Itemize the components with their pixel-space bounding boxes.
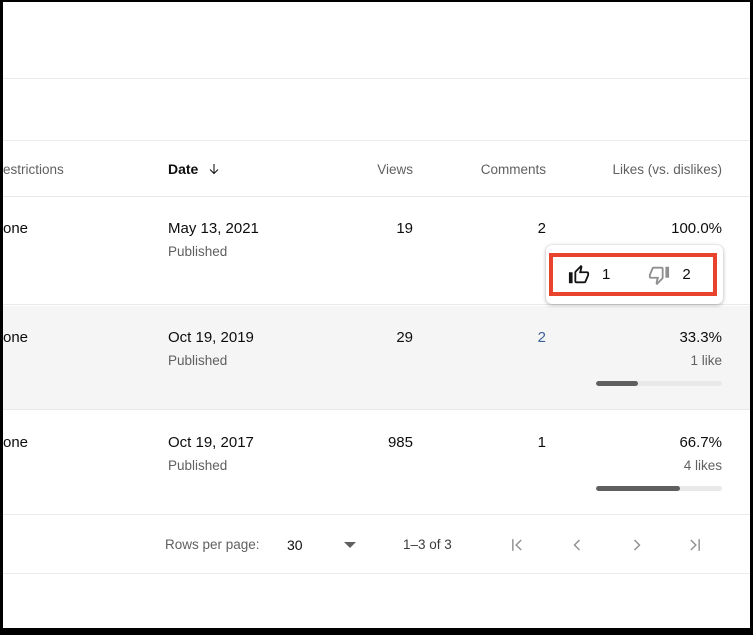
next-page-button[interactable] [622,515,652,574]
column-header-date-label: Date [168,161,199,177]
likes-ratio-bar [596,486,722,491]
cell-views: 19 [396,220,413,237]
column-header-likes[interactable]: Likes (vs. dislikes) [612,141,722,197]
cell-date: May 13, 2021 Published [168,197,259,263]
visibility-value: Published [168,353,228,368]
table-row-video-1[interactable]: one May 13, 2021 Published 19 2 100.0% 1 [3,197,750,305]
table-header-row: estrictions Date Views Comments Likes (v… [3,141,750,197]
cell-comments-link[interactable]: 2 [538,306,546,350]
tooltip-likes-count: 1 [602,266,611,283]
thumb-up-icon [568,264,590,286]
date-value: May 13, 2021 [168,220,259,237]
cell-date: Oct 19, 2019 Published [168,306,254,372]
pagination-range-label: 1–3 of 3 [403,537,452,552]
cell-restrictions: one [3,220,29,237]
thumb-down-icon [648,264,670,286]
likes-count-label: 1 like [690,353,722,368]
cell-restrictions: one [3,329,29,346]
studio-content-table-window: estrictions Date Views Comments Likes (v… [0,0,753,635]
first-page-button[interactable] [502,515,532,574]
cell-likes-percent: 66.7% 4 likes [679,411,722,477]
last-page-button[interactable] [680,515,710,574]
column-header-date[interactable]: Date [168,141,222,197]
column-header-restrictions[interactable]: estrictions [3,141,64,197]
likes-ratio-bar [596,381,722,386]
column-header-comments[interactable]: Comments [481,141,546,197]
date-value: Oct 19, 2019 [168,329,254,346]
tooltip-dislikes-count: 2 [682,266,691,283]
toolbar-band-empty [3,2,750,79]
table-footer: Rows per page: 30 1–3 of 3 [3,515,750,574]
visibility-value: Published [168,244,228,259]
likes-dislikes-tooltip: 1 2 [546,245,723,304]
likes-percent-value: 66.7% [679,434,722,451]
rows-per-page-dropdown-icon[interactable] [343,515,357,574]
filter-band-empty [3,79,750,141]
likes-count-label: 4 likes [683,458,722,473]
cell-comments: 2 [537,220,546,237]
cell-date: Oct 19, 2017 Published [168,411,254,477]
cell-restrictions: one [3,434,29,451]
table-row-video-2[interactable]: one Oct 19, 2019 Published 29 2 33.3% 1 … [3,306,750,410]
table-row-video-3[interactable]: one Oct 19, 2017 Published 985 1 66.7% 4… [3,411,750,515]
cell-views: 29 [396,329,413,346]
rows-per-page-label: Rows per page: [165,537,260,552]
visibility-value: Published [168,458,228,473]
column-header-views[interactable]: Views [377,141,413,197]
cell-likes-percent: 100.0% [671,220,722,237]
cell-likes-percent: 33.3% 1 like [679,306,722,372]
previous-page-button[interactable] [562,515,592,574]
cell-comments: 1 [537,434,546,451]
sort-descending-icon [206,161,222,177]
likes-percent-value: 33.3% [679,329,722,346]
likes-ratio-bar-fill [596,486,681,491]
likes-ratio-bar-fill [596,381,638,386]
date-value: Oct 19, 2017 [168,434,254,451]
rows-per-page-value[interactable]: 30 [287,515,303,574]
cell-views: 985 [387,434,413,451]
